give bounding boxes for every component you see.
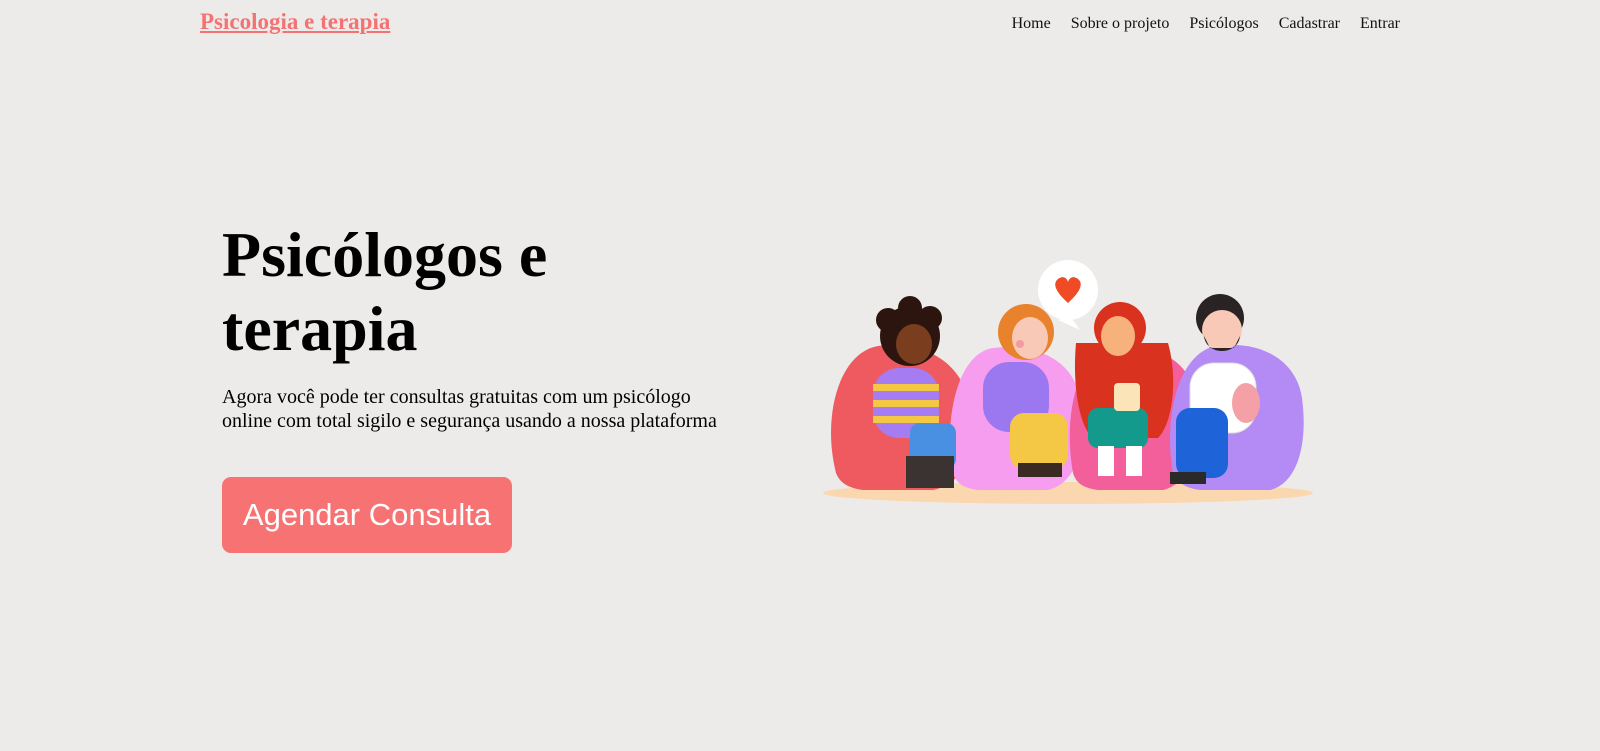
nav-about[interactable]: Sobre o projeto <box>1071 15 1170 33</box>
nav-psychologists[interactable]: Psicólogos <box>1189 15 1258 33</box>
hero-description: Agora você pode ter consultas gratuitas … <box>222 386 717 432</box>
group-therapy-illustration <box>823 260 1313 504</box>
nav-home[interactable]: Home <box>1012 15 1051 33</box>
nav-login[interactable]: Entrar <box>1360 15 1400 33</box>
top-navbar: Psicologia e terapia Home Sobre o projet… <box>0 0 1600 50</box>
brand-logo-link[interactable]: Psicologia e terapia <box>200 9 390 35</box>
nav-links: Home Sobre o projeto Psicólogos Cadastra… <box>1012 15 1400 33</box>
hero-title: Psicólogos e terapia <box>222 219 548 364</box>
schedule-consultation-button[interactable]: Agendar Consulta <box>222 477 512 553</box>
nav-register[interactable]: Cadastrar <box>1279 15 1340 33</box>
